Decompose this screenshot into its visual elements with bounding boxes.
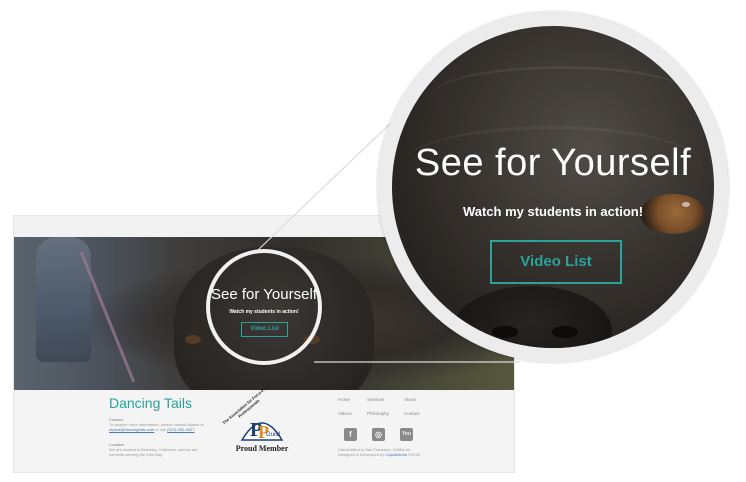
zoom-hero-subtitle: Watch my students in action! xyxy=(462,204,644,219)
zoom-video-list-button[interactable]: Video List xyxy=(490,240,622,284)
zoom-overlay xyxy=(392,26,714,348)
zoom-hero-title: See for Yourself xyxy=(414,142,692,184)
magnified-hero-circle: See for Yourself Watch my students in ac… xyxy=(378,12,728,362)
